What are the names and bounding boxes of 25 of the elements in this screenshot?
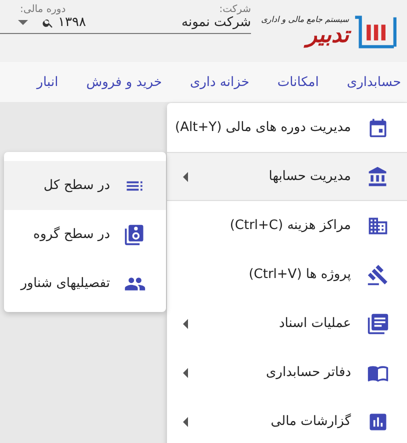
logo: سیستم جامع مالی و اداری تدبیر (261, 7, 397, 57)
menu-item[interactable]: مدیریت دوره های مالی (Alt+Y) (167, 103, 407, 152)
menu-item[interactable]: مدیریت حسابها (167, 152, 407, 201)
documents-icon (367, 312, 389, 334)
dropdown-arrow-icon (18, 20, 28, 25)
menu-item[interactable]: دفاتر حسابداری (167, 348, 407, 397)
nav-tab[interactable]: خزانه داری (190, 74, 250, 90)
menu-item[interactable]: مراکز هزینه (Ctrl+C) (167, 201, 407, 250)
menu-item[interactable]: گزارشات مالی (167, 397, 407, 443)
nav-tab[interactable]: حسابداری (346, 74, 401, 90)
company-field[interactable]: شرکت: شرکت نمونه (113, 4, 252, 34)
menu-item[interactable]: پروژه ها (Ctrl+V) (167, 250, 407, 299)
calendar-icon (367, 116, 389, 138)
submenu-item[interactable]: در سطح کل (4, 161, 166, 210)
menu-item[interactable]: عملیات اسناد (167, 299, 407, 348)
submenu-item[interactable]: تفصیلیهای شناور (4, 259, 166, 308)
gavel-icon (367, 264, 389, 286)
nav-tab[interactable]: انبار (36, 74, 58, 90)
nav-tab[interactable]: خرید و فروش (86, 74, 162, 90)
nav-tab[interactable]: امکانات (277, 74, 319, 90)
search-icon (42, 16, 54, 28)
contact-card-icon (124, 224, 146, 246)
bank-icon (367, 166, 389, 188)
period-field[interactable]: دوره مالی: ۱۳۹۸ (0, 4, 114, 34)
submenu-item[interactable]: در سطح گروه (4, 210, 166, 259)
